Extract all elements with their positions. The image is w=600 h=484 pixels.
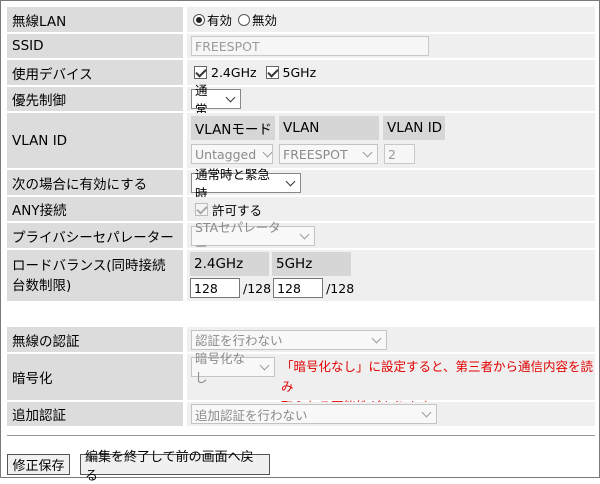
row-devices: 使用デバイス 2.4GHz 5GHz bbox=[7, 60, 595, 85]
extra-auth-label: 追加認証 bbox=[7, 402, 183, 426]
load-5ghz-header: 5GHz bbox=[272, 252, 351, 276]
vlan-mode-header: VLANモード bbox=[191, 116, 275, 140]
wireless-lan-on-radio[interactable] bbox=[193, 13, 205, 26]
row-encryption: 暗号化 暗号化なし 「暗号化なし」に設定すると、第三者から通信内容を読み 取られ… bbox=[7, 351, 595, 414]
extra-auth-value: 追加認証を行わない bbox=[195, 407, 308, 423]
load-24ghz-input[interactable]: 128 bbox=[190, 278, 240, 298]
row-load-balance: ロードバランス(同時接続 台数制限) 2.4GHz 5GHz 128 /128 … bbox=[7, 250, 595, 301]
ssid-label: SSID bbox=[7, 34, 183, 58]
load-24ghz-header: 2.4GHz bbox=[190, 252, 269, 276]
back-button[interactable]: 編集を終了して前の画面へ戻る bbox=[80, 450, 270, 484]
priority-select[interactable]: 通常 bbox=[191, 83, 241, 117]
row-extra-auth: 追加認証 追加認証を行わない bbox=[7, 402, 595, 426]
privacy-label: プライバシーセパレーター bbox=[7, 223, 183, 248]
device-5ghz-label[interactable]: 5GHz bbox=[283, 65, 317, 80]
vlan-label: VLAN ID bbox=[7, 113, 183, 168]
chevron-down-icon bbox=[225, 92, 236, 103]
load-24ghz-max: /128 bbox=[243, 280, 272, 296]
divider bbox=[7, 435, 595, 436]
chevron-down-icon bbox=[362, 147, 373, 158]
chevron-down-icon bbox=[421, 407, 432, 418]
settings-panel: 無線LAN 有効 無効 SSID FREESPOT 使用デバイス 2.4GHz … bbox=[0, 0, 600, 484]
extra-auth-select[interactable]: 追加認証を行わない bbox=[191, 404, 437, 424]
vlan-select[interactable]: FREESPOT bbox=[279, 144, 378, 164]
chevron-down-icon bbox=[262, 147, 273, 158]
wireless-lan-off-radio[interactable] bbox=[238, 13, 251, 26]
devices-label: 使用デバイス bbox=[7, 60, 183, 85]
row-enable-when: 次の場合に有効にする 通常時と緊急時 bbox=[7, 167, 595, 201]
row-wireless-lan: 無線LAN 有効 無効 bbox=[7, 7, 595, 32]
load-5ghz-input[interactable]: 128 bbox=[273, 278, 324, 298]
encryption-select[interactable]: 暗号化なし bbox=[191, 351, 275, 385]
enable-when-value: 通常時と緊急時 bbox=[195, 166, 271, 201]
auth-value: 認証を行わない bbox=[195, 333, 283, 348]
wireless-lan-on-label[interactable]: 有効 bbox=[207, 10, 232, 29]
chevron-down-icon bbox=[285, 176, 296, 186]
vlan-id-header: VLAN ID bbox=[383, 116, 445, 140]
enable-when-label: 次の場合に有効にする bbox=[7, 170, 183, 195]
auth-select[interactable]: 認証を行わない bbox=[191, 329, 387, 350]
row-auth: 無線の認証 認証を行わない bbox=[7, 327, 595, 352]
ssid-input[interactable]: FREESPOT bbox=[191, 36, 429, 56]
enable-when-select[interactable]: 通常時と緊急時 bbox=[191, 167, 301, 201]
vlan-mode-select[interactable]: Untagged bbox=[191, 144, 273, 164]
chevron-down-icon bbox=[299, 229, 310, 239]
privacy-select[interactable]: STAセパレーター bbox=[191, 220, 315, 254]
device-5ghz-checkbox[interactable] bbox=[265, 66, 279, 79]
row-ssid: SSID FREESPOT bbox=[7, 34, 595, 58]
vlan-value: FREESPOT bbox=[283, 146, 348, 162]
device-24ghz-label[interactable]: 2.4GHz bbox=[211, 65, 257, 80]
vlan-id-input[interactable]: 2 bbox=[384, 144, 415, 164]
wireless-lan-off-label[interactable]: 無効 bbox=[252, 10, 277, 29]
any-allow-checkbox[interactable] bbox=[195, 202, 208, 216]
any-label: ANY接続 bbox=[7, 197, 183, 221]
device-24ghz-checkbox[interactable] bbox=[194, 66, 207, 79]
auth-label: 無線の認証 bbox=[7, 327, 183, 352]
load-balance-label-line1: ロードバランス(同時接続 bbox=[12, 258, 166, 274]
encryption-value: 暗号化なし bbox=[195, 351, 246, 385]
row-vlan: VLAN ID VLANモード VLAN VLAN ID Untagged FR… bbox=[7, 113, 595, 168]
priority-label: 優先制御 bbox=[7, 87, 183, 111]
vlan-header: VLAN bbox=[279, 116, 379, 140]
chevron-down-icon bbox=[259, 360, 270, 371]
row-priority: 優先制御 通常 bbox=[7, 83, 595, 117]
wireless-lan-label: 無線LAN bbox=[7, 7, 183, 32]
row-privacy: プライバシーセパレーター STAセパレーター bbox=[7, 220, 595, 254]
encryption-label: 暗号化 bbox=[7, 354, 183, 400]
load-balance-label-line2: 台数制限) bbox=[12, 278, 72, 294]
chevron-down-icon bbox=[371, 333, 382, 343]
privacy-value: STAセパレーター bbox=[195, 219, 281, 254]
save-button[interactable]: 修正保存 bbox=[7, 454, 70, 475]
row-any: ANY接続 許可する bbox=[7, 197, 595, 221]
vlan-mode-value: Untagged bbox=[195, 146, 257, 162]
load-5ghz-max: /128 bbox=[326, 280, 355, 296]
encryption-warning-line1: 「暗号化なし」に設定すると、第三者から通信内容を読み bbox=[281, 359, 594, 394]
